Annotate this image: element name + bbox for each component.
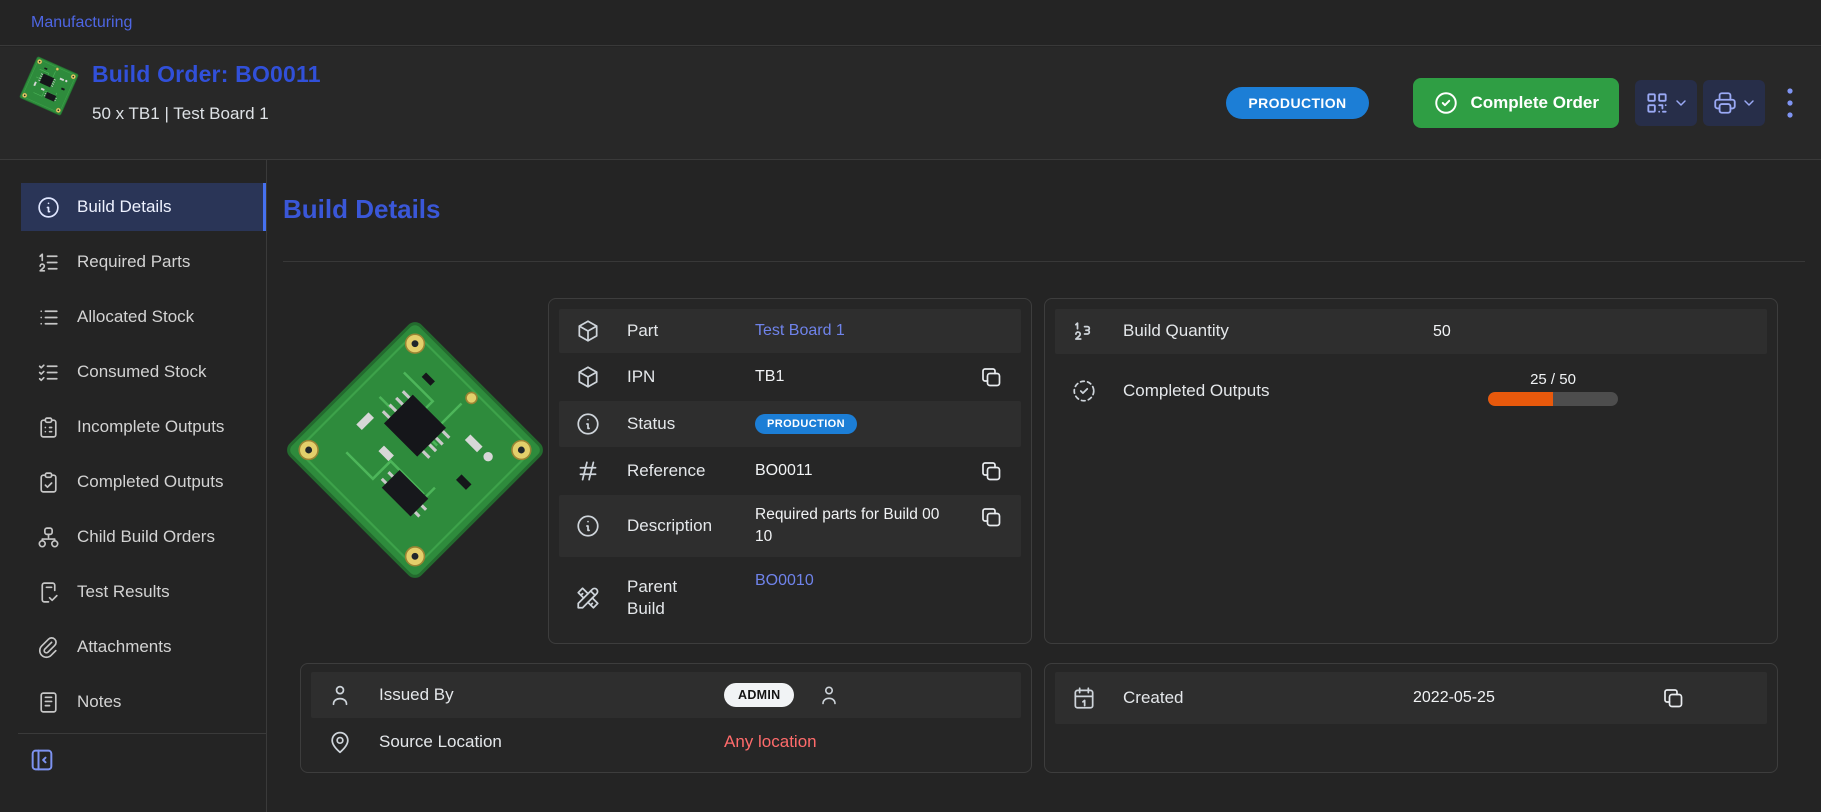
progress-bar [1488,392,1618,406]
panel-title: Build Details [283,194,440,225]
detail-row-ipn: IPN TB1 [559,355,1021,399]
sidebar-item-test-results[interactable]: Test Results [21,568,266,616]
sidebar-collapse-icon [28,746,56,774]
copy-created-button[interactable] [1661,686,1687,710]
barcode-actions-button[interactable] [1635,80,1697,126]
sidebar-item-child-build-orders[interactable]: Child Build Orders [21,513,266,561]
list-numbers-icon [36,250,61,275]
detail-row-description: Description Required parts for Build 001… [559,495,1021,557]
info-circle-icon [575,411,601,437]
sidebar-item-completed-outputs[interactable]: Completed Outputs [21,458,266,506]
tools-icon [575,585,601,611]
progress-bar-fill [1488,392,1553,406]
sidebar: Build Details Required Parts Allocated S… [0,160,267,812]
detail-row-status: Status PRODUCTION [559,401,1021,447]
sidebar-item-allocated-stock[interactable]: Allocated Stock [21,293,266,341]
detail-row-created: Created 2022-05-25 [1055,672,1767,724]
printer-icon [1712,90,1738,116]
dots-vertical-icon [1779,84,1801,122]
copy-description-button[interactable] [979,505,1005,529]
order-meta-card: Created 2022-05-25 [1044,663,1778,773]
sidebar-item-incomplete-outputs[interactable]: Incomplete Outputs [21,403,266,451]
main-panel: Build Details Part Test Board 1 IPN TB1 … [267,160,1821,812]
detail-row-build-quantity: Build Quantity 50 [1055,309,1767,354]
issue-info-card: Issued By ADMIN Source Location Any loca… [300,663,1032,773]
chevron-down-icon [1741,95,1757,111]
qrcode-icon [1644,90,1670,116]
hash-icon [575,458,601,484]
completed-outputs-progress: 25 / 50 [1488,371,1618,406]
circle-check-icon [1433,90,1459,116]
complete-order-button[interactable]: Complete Order [1413,78,1619,128]
breadcrumb: Manufacturing [0,0,1821,46]
sidebar-divider [18,733,266,734]
breadcrumb-link-manufacturing[interactable]: Manufacturing [31,14,132,32]
user-icon [327,682,353,708]
source-location-value: Any location [724,732,817,751]
list-icon [36,305,61,330]
list-check-icon [36,360,61,385]
paperclip-icon [36,635,61,660]
info-circle-icon [575,513,601,539]
chevron-down-icon [1673,95,1689,111]
sidebar-item-notes[interactable]: Notes [21,678,266,726]
file-check-icon [36,580,61,605]
copy-reference-button[interactable] [979,459,1005,483]
more-actions-button[interactable] [1779,82,1801,124]
status-badge: PRODUCTION [755,414,857,434]
numbers-123-icon [1071,319,1097,345]
box-icon [575,364,601,390]
sidebar-item-required-parts[interactable]: Required Parts [21,238,266,286]
clipboard-check-icon [36,470,61,495]
sitemap-icon [36,525,61,550]
parent-build-link[interactable]: BO0010 [755,572,814,589]
page-header: Build Order: BO0011 50 x TB1 | Test Boar… [0,47,1821,160]
detail-row-completed-outputs: Completed Outputs 25 / 50 [1055,356,1767,426]
sidebar-collapse-button[interactable] [28,746,56,774]
sidebar-item-build-details[interactable]: Build Details [21,183,266,231]
clipboard-list-icon [36,415,61,440]
detail-row-reference: Reference BO0011 [559,449,1021,493]
map-pin-icon [327,729,353,755]
panel-divider [283,261,1805,262]
user-icon [817,683,841,707]
part-image [285,300,545,600]
print-actions-button[interactable] [1703,80,1765,126]
detail-row-part: Part Test Board 1 [559,309,1021,353]
page-subtitle: 50 x TB1 | Test Board 1 [92,104,321,124]
build-details-card: Part Test Board 1 IPN TB1 Status PRODUCT… [548,298,1032,644]
detail-row-issued-by: Issued By ADMIN [311,672,1021,718]
notes-icon [36,690,61,715]
info-circle-icon [36,195,61,220]
status-badge: PRODUCTION [1226,87,1368,119]
calendar-icon [1071,685,1097,711]
page-title: Build Order: BO0011 [92,61,321,88]
copy-ipn-button[interactable] [979,365,1005,389]
issued-by-badge: ADMIN [724,683,794,707]
part-link[interactable]: Test Board 1 [755,322,845,339]
detail-row-parent-build: Parent Build BO0010 [559,559,1021,637]
sidebar-item-attachments[interactable]: Attachments [21,623,266,671]
box-icon [575,318,601,344]
progress-check-icon [1071,378,1097,404]
build-progress-card: Build Quantity 50 Completed Outputs 25 /… [1044,298,1778,644]
detail-row-source-location: Source Location Any location [311,719,1021,765]
part-thumbnail [19,56,80,117]
sidebar-item-consumed-stock[interactable]: Consumed Stock [21,348,266,396]
